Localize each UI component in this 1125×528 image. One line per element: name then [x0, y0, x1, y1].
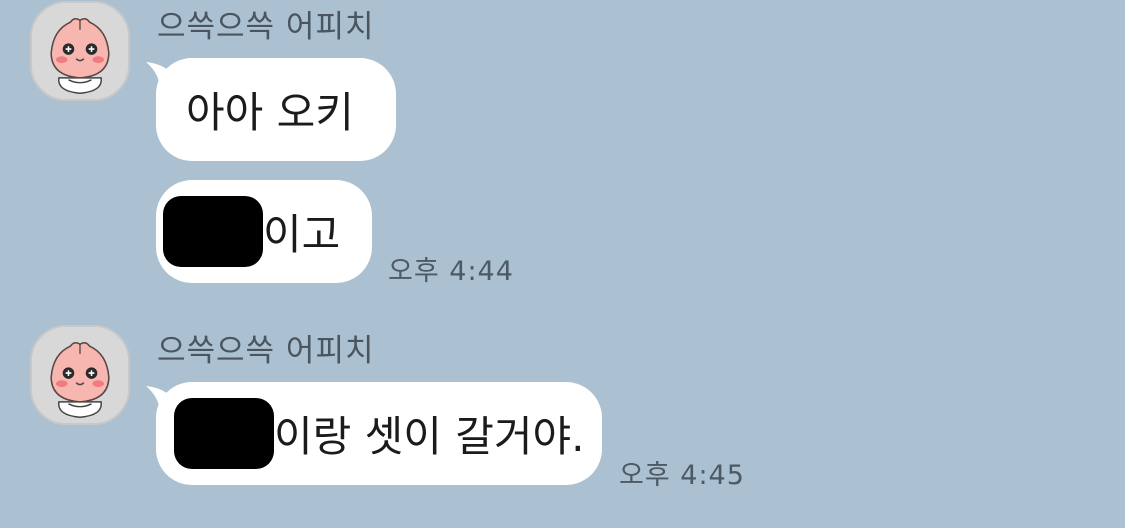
- sender-name: 으쓱으쓱 어피치: [157, 333, 375, 369]
- redaction-block: [174, 398, 274, 469]
- chat-area: 으쓱으쓱 어피치 아아 오키 이고 오후 4:44 으쓱으쓱 어피치 이랑 셋이…: [0, 0, 1125, 528]
- redaction-block: [163, 196, 263, 267]
- apeach-avatar-icon: [32, 327, 128, 423]
- message-timestamp: 오후 4:44: [388, 256, 514, 287]
- message-text: 이고: [263, 210, 341, 259]
- sender-avatar[interactable]: [30, 1, 130, 101]
- sender-name: 으쓱으쓱 어피치: [157, 9, 375, 45]
- message-bubble[interactable]: 이랑 셋이 갈거야.: [156, 382, 602, 485]
- message-text: 아아 오키: [186, 88, 354, 137]
- apeach-avatar-icon: [32, 3, 128, 99]
- message-bubble[interactable]: 이고: [156, 180, 372, 283]
- message-bubble[interactable]: 아아 오키: [156, 58, 396, 161]
- message-text: 이랑 셋이 갈거야.: [274, 412, 585, 461]
- message-timestamp: 오후 4:45: [619, 460, 745, 491]
- sender-avatar[interactable]: [30, 325, 130, 425]
